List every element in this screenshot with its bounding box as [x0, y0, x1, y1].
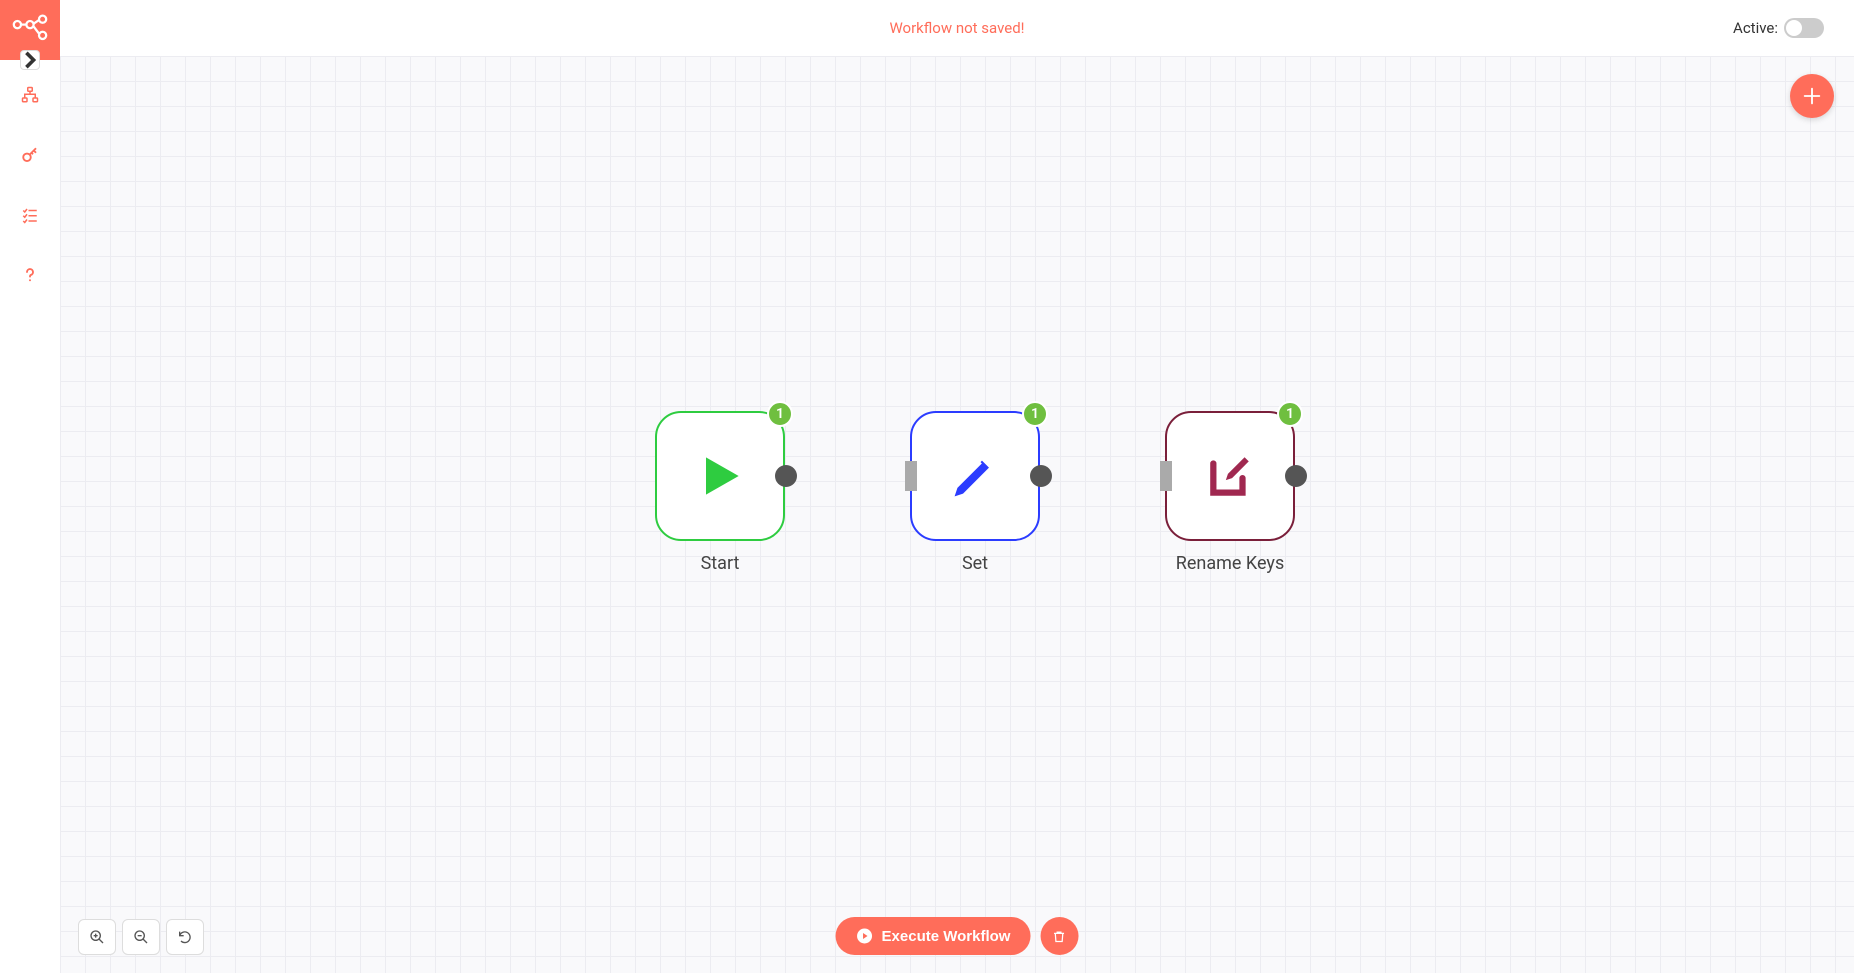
play-icon	[692, 448, 748, 504]
play-circle-icon	[856, 927, 874, 945]
zoom-out-icon	[133, 929, 149, 945]
list-check-icon	[21, 206, 39, 224]
app-logo[interactable]	[0, 0, 60, 60]
zoom-in-icon	[89, 929, 105, 945]
node-rename-keys[interactable]: 1 Rename Keys	[1165, 411, 1295, 541]
node-set[interactable]: 1 Set	[910, 411, 1040, 541]
question-icon	[21, 266, 39, 284]
chevron-right-icon	[21, 42, 39, 78]
node-badge: 1	[1277, 401, 1303, 427]
clear-execution-button[interactable]	[1040, 917, 1078, 955]
node-badge: 1	[1022, 401, 1048, 427]
node-label: Start	[701, 553, 740, 574]
header: Workflow not saved! Active:	[60, 0, 1854, 56]
sidebar-item-credentials[interactable]	[0, 130, 60, 180]
node-label: Rename Keys	[1176, 553, 1284, 574]
sidebar-item-executions[interactable]	[0, 190, 60, 240]
input-port[interactable]	[905, 461, 917, 491]
edit-square-icon	[1205, 451, 1255, 501]
sidebar	[0, 0, 60, 973]
workflow-canvas[interactable]: 1 Start 1 Set 1 Rename Keys	[60, 56, 1854, 973]
zoom-in-button[interactable]	[78, 919, 116, 955]
input-port[interactable]	[1160, 461, 1172, 491]
active-label: Active:	[1733, 19, 1778, 37]
workflow-graph: 1 Start 1 Set 1 Rename Keys	[60, 56, 1854, 973]
zoom-controls	[78, 919, 204, 955]
active-toggle-area: Active:	[1733, 18, 1824, 38]
workflows-icon	[21, 86, 39, 104]
execute-workflow-button[interactable]: Execute Workflow	[836, 917, 1031, 955]
node-label: Set	[962, 553, 988, 574]
output-port[interactable]	[1285, 465, 1307, 487]
zoom-out-button[interactable]	[122, 919, 160, 955]
execute-label: Execute Workflow	[882, 928, 1011, 945]
pencil-icon	[950, 451, 1000, 501]
undo-icon	[177, 929, 193, 945]
output-port[interactable]	[1030, 465, 1052, 487]
add-node-button[interactable]	[1790, 74, 1834, 118]
expand-sidebar-button[interactable]	[20, 50, 40, 70]
sidebar-item-help[interactable]	[0, 250, 60, 300]
trash-icon	[1052, 929, 1067, 944]
node-badge: 1	[767, 401, 793, 427]
zoom-reset-button[interactable]	[166, 919, 204, 955]
output-port[interactable]	[775, 465, 797, 487]
execute-area: Execute Workflow	[836, 917, 1079, 955]
save-warning: Workflow not saved!	[889, 19, 1024, 37]
plus-icon	[1801, 85, 1823, 107]
active-toggle[interactable]	[1784, 18, 1824, 38]
key-icon	[21, 146, 39, 164]
node-start[interactable]: 1 Start	[655, 411, 785, 541]
